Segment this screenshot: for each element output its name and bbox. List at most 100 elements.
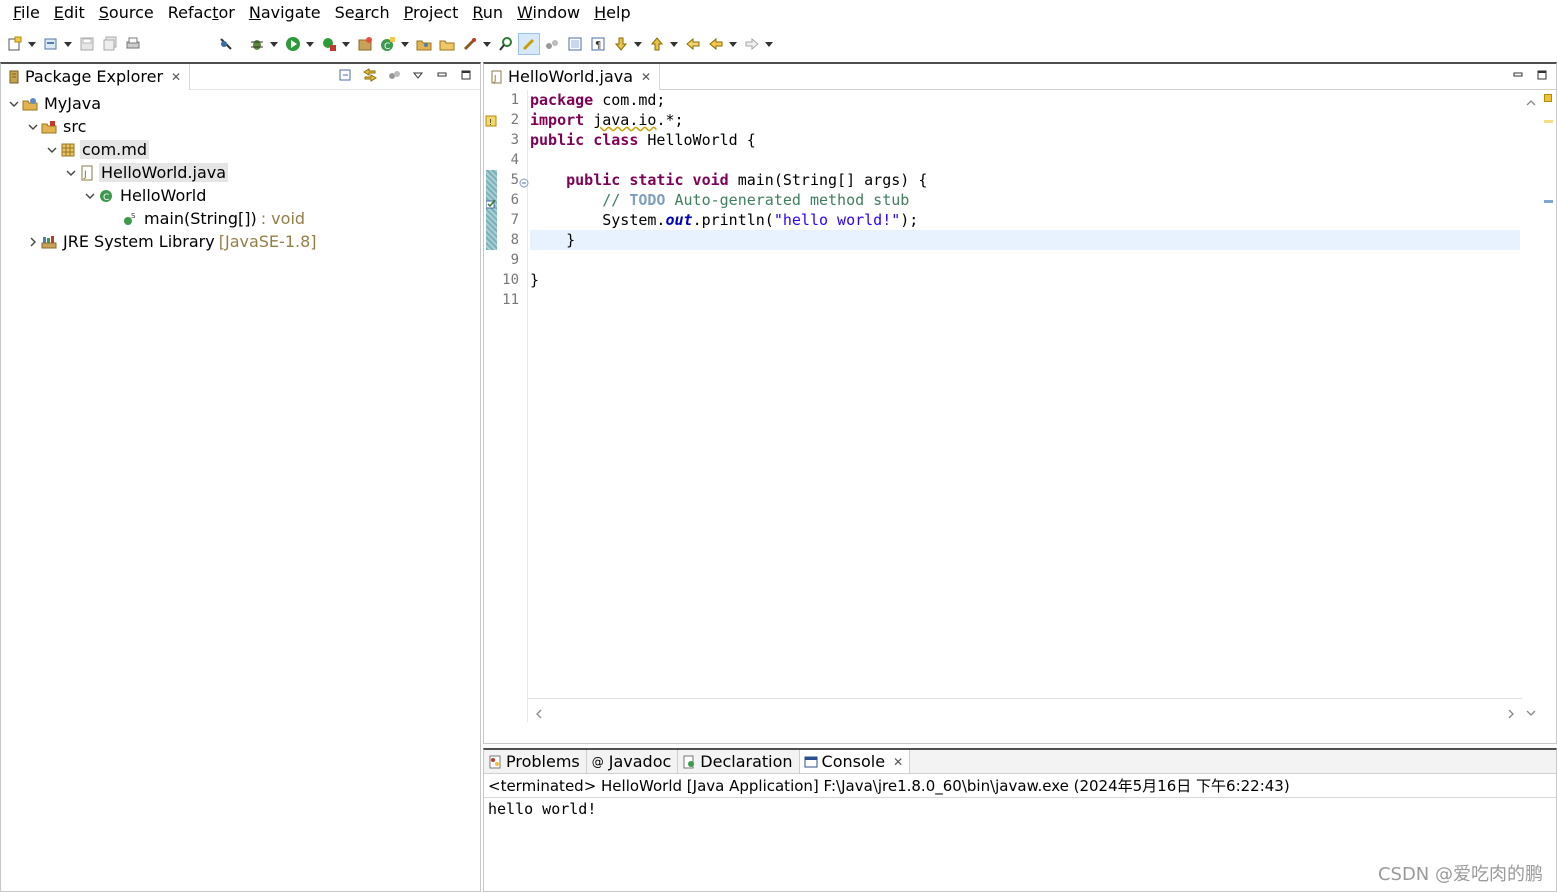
javadoc-icon: @ xyxy=(591,754,604,769)
open-folder-icon[interactable] xyxy=(436,33,458,55)
new-java-project-icon[interactable] xyxy=(354,33,376,55)
tree-item-project[interactable]: MyJava xyxy=(1,92,480,115)
next-annotation-dropdown[interactable] xyxy=(633,33,643,55)
toggle-mark-occurrences-icon[interactable] xyxy=(518,33,540,55)
next-annotation-icon[interactable] xyxy=(610,33,632,55)
task-icon[interactable] xyxy=(485,195,496,209)
close-icon[interactable]: ✕ xyxy=(893,755,903,769)
horizontal-scrollbar[interactable] xyxy=(528,698,1522,722)
line-number: 6 xyxy=(510,192,519,208)
close-icon[interactable]: ✕ xyxy=(171,70,181,84)
new-dropdown[interactable] xyxy=(27,33,37,55)
scroll-left-icon[interactable] xyxy=(534,705,544,719)
save-all-icon[interactable] xyxy=(99,33,121,55)
code-area[interactable]: package com.md; import java.io.*; public… xyxy=(530,90,1522,722)
new-class-icon[interactable]: C xyxy=(377,33,399,55)
task-marker[interactable] xyxy=(1544,200,1553,203)
chevron-down-icon[interactable] xyxy=(26,120,40,134)
external-tools-dropdown[interactable] xyxy=(341,33,351,55)
scroll-up-icon[interactable] xyxy=(1526,94,1536,106)
fold-collapse-icon[interactable] xyxy=(519,174,529,188)
forward-icon[interactable] xyxy=(741,33,763,55)
menu-search[interactable]: Search xyxy=(328,0,397,26)
menu-project[interactable]: Project xyxy=(397,0,466,26)
save-icon[interactable] xyxy=(76,33,98,55)
minimize-icon[interactable] xyxy=(1510,67,1526,83)
tree-label: com.md xyxy=(80,140,149,159)
overview-ruler[interactable] xyxy=(1522,90,1556,722)
back-icon[interactable] xyxy=(705,33,727,55)
external-tools-icon[interactable] xyxy=(318,33,340,55)
open-type-dropdown[interactable] xyxy=(63,33,73,55)
print-icon[interactable] xyxy=(122,33,144,55)
code-line: System.out.println("hello world!"); xyxy=(602,211,919,229)
scroll-down-icon[interactable] xyxy=(1526,704,1536,716)
tab-problems[interactable]: Problems xyxy=(484,750,587,773)
new-class-dropdown[interactable] xyxy=(400,33,410,55)
view-menu-icon[interactable] xyxy=(410,67,426,83)
warning-icon[interactable]: ! xyxy=(485,113,497,127)
menu-navigate[interactable]: Navigate xyxy=(242,0,328,26)
tree-item-method[interactable]: S main(String[]) : void xyxy=(1,207,480,230)
skip-breakpoints-icon[interactable] xyxy=(215,33,237,55)
forward-dropdown[interactable] xyxy=(764,33,774,55)
search-brush-icon[interactable] xyxy=(459,33,481,55)
warning-summary-icon[interactable] xyxy=(1544,94,1552,102)
toggle-block-selection-icon[interactable] xyxy=(541,33,563,55)
debug-dropdown[interactable] xyxy=(269,33,279,55)
chevron-down-icon[interactable] xyxy=(45,143,59,157)
maximize-icon[interactable] xyxy=(1534,67,1550,83)
menu-source[interactable]: Source xyxy=(92,0,161,26)
collapse-all-icon[interactable] xyxy=(338,67,354,83)
tree-label: HelloWorld xyxy=(120,186,207,205)
chevron-right-icon[interactable] xyxy=(26,235,40,249)
new-icon[interactable] xyxy=(4,33,26,55)
run-icon[interactable] xyxy=(282,33,304,55)
view-actions xyxy=(338,67,474,83)
console-output[interactable]: hello world! xyxy=(484,798,1556,820)
show-source-of-element-icon[interactable]: ¶ xyxy=(587,33,609,55)
search-dropdown[interactable] xyxy=(482,33,492,55)
menu-edit[interactable]: Edit xyxy=(47,0,92,26)
scroll-right-icon[interactable] xyxy=(1506,705,1516,719)
package-explorer-header: Package Explorer ✕ xyxy=(1,63,480,90)
tree-item-jre[interactable]: JRE System Library [JavaSE-1.8] xyxy=(1,230,480,253)
link-with-editor-icon[interactable] xyxy=(362,67,378,83)
search-icon[interactable] xyxy=(495,33,517,55)
run-dropdown[interactable] xyxy=(305,33,315,55)
menu-help[interactable]: Help xyxy=(587,0,637,26)
chevron-down-icon[interactable] xyxy=(64,166,78,180)
tree-item-package[interactable]: com.md xyxy=(1,138,480,161)
open-type-icon[interactable] xyxy=(40,33,62,55)
menu-refactor[interactable]: Refactor xyxy=(161,0,242,26)
previous-annotation-dropdown[interactable] xyxy=(669,33,679,55)
previous-annotation-icon[interactable] xyxy=(646,33,668,55)
menu-file[interactable]: File xyxy=(6,0,47,26)
menu-window[interactable]: Window xyxy=(510,0,587,26)
menu-run[interactable]: Run xyxy=(465,0,510,26)
minimize-icon[interactable] xyxy=(434,67,450,83)
debug-icon[interactable] xyxy=(246,33,268,55)
warning-marker[interactable] xyxy=(1544,120,1553,123)
maximize-icon[interactable] xyxy=(458,67,474,83)
tree-item-src[interactable]: src xyxy=(1,115,480,138)
chevron-down-icon[interactable] xyxy=(83,189,97,203)
show-whitespace-icon[interactable] xyxy=(564,33,586,55)
tree-item-class[interactable]: C HelloWorld xyxy=(1,184,480,207)
tab-javadoc[interactable]: @ Javadoc xyxy=(587,750,679,773)
tab-helloworld-java[interactable]: J HelloWorld.java ✕ xyxy=(484,63,661,90)
tab-console[interactable]: Console ✕ xyxy=(799,750,911,773)
tree-item-file[interactable]: J HelloWorld.java xyxy=(1,161,480,184)
last-edit-location-icon[interactable] xyxy=(682,33,704,55)
close-icon[interactable]: ✕ xyxy=(641,70,651,84)
package-explorer-view: Package Explorer ✕ MyJava src com.md J H… xyxy=(0,62,481,892)
back-dropdown[interactable] xyxy=(728,33,738,55)
focus-on-working-set-icon[interactable] xyxy=(386,67,402,83)
editor-body[interactable]: ! 1 2 3 4 5 6 7 8 9 10 11 package com.md… xyxy=(484,90,1556,722)
chevron-down-icon[interactable] xyxy=(7,97,21,111)
open-project-icon[interactable] xyxy=(413,33,435,55)
tab-declaration[interactable]: Declaration xyxy=(678,750,800,773)
unused-import-warning[interactable]: java.io xyxy=(593,111,656,129)
tab-package-explorer[interactable]: Package Explorer ✕ xyxy=(1,63,191,90)
